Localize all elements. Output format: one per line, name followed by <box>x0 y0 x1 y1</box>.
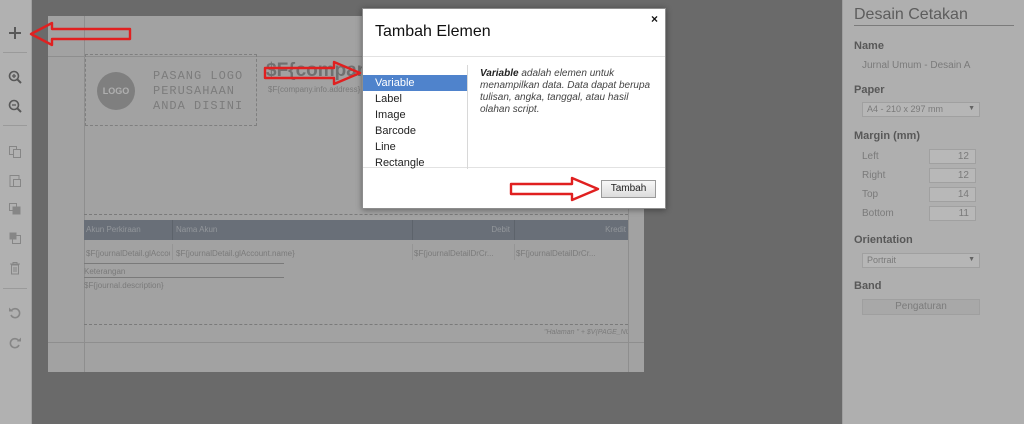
annotation-arrow-icon <box>263 60 362 86</box>
list-item-variable[interactable]: Variable <box>363 75 467 91</box>
annotation-arrow-icon <box>29 21 132 47</box>
annotation-arrow-icon <box>509 176 600 202</box>
close-icon[interactable]: × <box>651 12 658 26</box>
dialog-title: Tambah Elemen <box>375 23 491 40</box>
list-item-image[interactable]: Image <box>363 107 467 123</box>
dialog-body: Variable Label Image Barcode Line Rectan… <box>363 56 665 169</box>
list-item-rectangle[interactable]: Rectangle <box>363 155 467 171</box>
list-item-label[interactable]: Label <box>363 91 467 107</box>
list-item-line[interactable]: Line <box>363 139 467 155</box>
element-type-list[interactable]: Variable Label Image Barcode Line Rectan… <box>363 65 468 169</box>
list-item-barcode[interactable]: Barcode <box>363 123 467 139</box>
add-button[interactable]: Tambah <box>601 180 656 198</box>
description-term: Variable <box>480 68 519 79</box>
element-description: Variable adalah elemen untuk menampilkan… <box>480 68 660 116</box>
